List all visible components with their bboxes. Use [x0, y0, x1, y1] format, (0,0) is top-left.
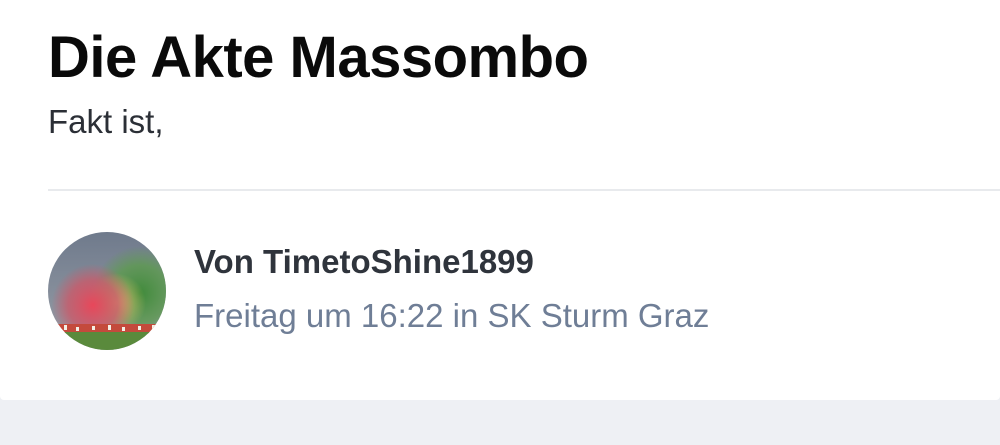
- post-title[interactable]: Die Akte Massombo: [48, 22, 589, 94]
- author-avatar[interactable]: [48, 232, 166, 350]
- post-card: Die Akte Massombo Fakt ist, Von TimetoSh…: [0, 0, 1000, 400]
- author-name[interactable]: Von TimetoShine1899: [194, 240, 534, 284]
- post-timestamp: Freitag um 16:22: [194, 297, 444, 334]
- post-excerpt: Fakt ist,: [48, 103, 164, 140]
- divider: [48, 189, 1000, 191]
- page-background: [0, 400, 1000, 445]
- forum-link[interactable]: SK Sturm Graz: [488, 297, 710, 334]
- avatar-image-icon: [48, 232, 166, 350]
- meta-in-word: in: [443, 297, 488, 334]
- post-meta: Freitag um 16:22 in SK Sturm Graz: [194, 294, 709, 338]
